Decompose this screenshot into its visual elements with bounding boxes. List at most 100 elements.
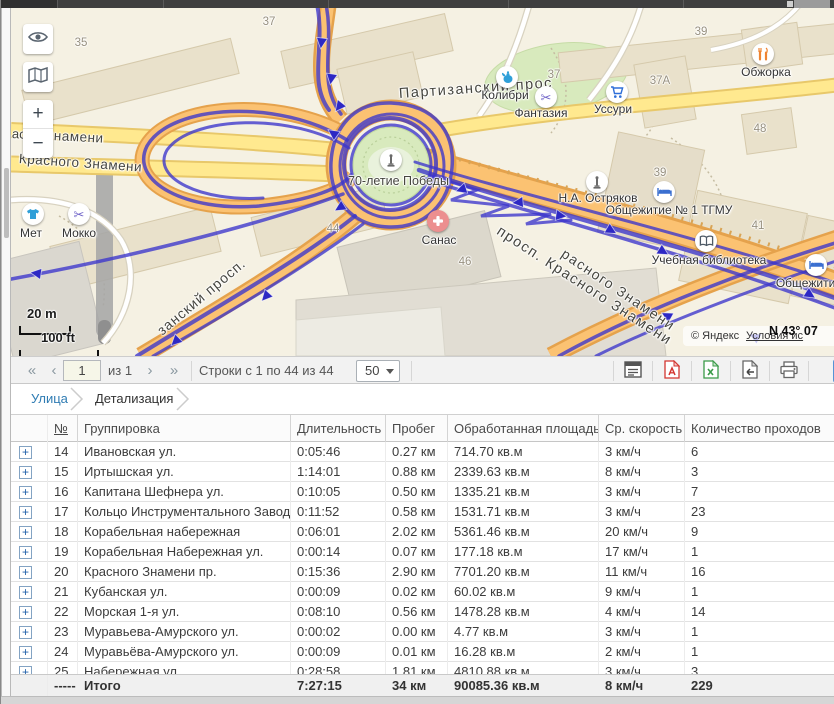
- cell-passes: 1: [685, 622, 834, 642]
- header-duration[interactable]: Длительность: [291, 415, 386, 443]
- house-number: 48: [754, 123, 767, 135]
- cell-duration: 0:11:52: [291, 502, 386, 522]
- table-row[interactable]: +15Иртышская ул.1:14:010.88 км2339.63 кв…: [11, 462, 834, 482]
- table-header: № Группировка Длительность Пробег Обрабо…: [11, 414, 834, 442]
- monument-icon[interactable]: [586, 171, 608, 193]
- medical-cross-icon[interactable]: [427, 210, 449, 232]
- total-area: 90085.36 кв.м: [448, 675, 599, 697]
- table-row[interactable]: +20Красного Знамени пр.0:15:362.90 км770…: [11, 562, 834, 582]
- header-num[interactable]: №: [48, 415, 78, 443]
- table-row[interactable]: +23Муравьева-Амурского ул.0:00:020.00 км…: [11, 622, 834, 642]
- expand-row-button[interactable]: +: [19, 646, 32, 659]
- bed-icon[interactable]: [653, 181, 675, 203]
- export-buttons: [11, 357, 834, 385]
- table-body: +14Ивановская ул.0:05:460.27 км714.70 кв…: [11, 442, 834, 674]
- cell-area: 7701.20 кв.м: [448, 562, 599, 582]
- poi-label: Уссури: [594, 102, 632, 116]
- map-icon: [28, 67, 48, 88]
- cell-duration: 0:08:10: [291, 602, 386, 622]
- eye-icon: [28, 30, 48, 49]
- scrollbar-thumb[interactable]: [4, 168, 9, 238]
- expand-row-button[interactable]: +: [19, 526, 32, 539]
- expand-row-button[interactable]: +: [19, 606, 32, 619]
- report-button[interactable]: [621, 361, 645, 381]
- tab-street[interactable]: Улица: [31, 391, 68, 406]
- header-passes[interactable]: Количество проходов: [685, 415, 834, 443]
- cell-distance: 1.81 км: [386, 662, 448, 674]
- expand-row-button[interactable]: +: [19, 466, 32, 479]
- table-row[interactable]: +24Муравьёва-Амурского ул.0:00:090.01 км…: [11, 642, 834, 662]
- header-area[interactable]: Обработанная площадь: [448, 415, 599, 443]
- cell-speed: 17 км/ч: [599, 542, 685, 562]
- table-row[interactable]: +16Капитана Шефнера ул.0:10:050.50 км133…: [11, 482, 834, 502]
- cell-speed: 3 км/ч: [599, 622, 685, 642]
- report-toolbar: « ‹ 1 из 1 › » Строки с 1 по 44 из 44 50…: [11, 356, 834, 384]
- cell-num: 25: [48, 662, 78, 674]
- print-button[interactable]: [777, 361, 801, 381]
- expand-row-button[interactable]: +: [19, 506, 32, 519]
- expand-row-button[interactable]: +: [19, 546, 32, 559]
- expand-row-button[interactable]: +: [19, 566, 32, 579]
- cell-group: Кольцо Инструментального Завода: [78, 502, 291, 522]
- scissors-icon[interactable]: ✂: [535, 86, 557, 108]
- panorama-button[interactable]: [23, 62, 53, 92]
- table-row[interactable]: +18Корабельная набережная0:06:012.02 км5…: [11, 522, 834, 542]
- table-row[interactable]: +17Кольцо Инструментального Завода0:11:5…: [11, 502, 834, 522]
- house-number: 39: [695, 26, 708, 38]
- cell-area: 1335.21 кв.м: [448, 482, 599, 502]
- left-scrollbar[interactable]: [1, 8, 11, 704]
- expand-row-button[interactable]: +: [19, 486, 32, 499]
- table-row[interactable]: +14Ивановская ул.0:05:460.27 км714.70 кв…: [11, 442, 834, 462]
- cell-duration: 0:15:36: [291, 562, 386, 582]
- tab-detail[interactable]: Детализация: [95, 391, 173, 406]
- cell-speed: 8 км/ч: [599, 462, 685, 482]
- cell-group: Муравьева-Амурского ул.: [78, 622, 291, 642]
- cell-passes: 9: [685, 522, 834, 542]
- header-group[interactable]: Группировка: [78, 415, 291, 443]
- table-total-row: ----- Итого 7:27:15 34 км 90085.36 кв.м …: [11, 674, 834, 696]
- window-top-strip: [1, 0, 834, 8]
- cell-num: 20: [48, 562, 78, 582]
- cell-area: 16.28 кв.м: [448, 642, 599, 662]
- tshirt-icon[interactable]: [22, 203, 44, 225]
- coordinates-label: N 43° 07: [769, 324, 818, 338]
- cart-icon[interactable]: [606, 81, 628, 103]
- cell-speed: 9 км/ч: [599, 582, 685, 602]
- expand-row-button[interactable]: +: [19, 626, 32, 639]
- poi-label: Общежитие №: [776, 276, 834, 290]
- teapot-icon[interactable]: [496, 66, 518, 88]
- bed-icon[interactable]: [805, 254, 827, 276]
- expand-row-button[interactable]: +: [19, 446, 32, 459]
- cell-passes: 1: [685, 542, 834, 562]
- map-panel[interactable]: асо ЗнамениКрасного ЗнамениПартизанский …: [11, 8, 834, 356]
- book-icon[interactable]: [695, 230, 717, 252]
- cell-duration: 0:05:46: [291, 442, 386, 462]
- zoom-in-button[interactable]: +: [23, 100, 53, 129]
- header-distance[interactable]: Пробег: [386, 415, 448, 443]
- cell-distance: 2.90 км: [386, 562, 448, 582]
- table-row[interactable]: +19Корабельная Набережная ул.0:00:140.07…: [11, 542, 834, 562]
- breadcrumb-chevron-icon: [175, 386, 191, 417]
- expand-row-button[interactable]: +: [19, 666, 32, 675]
- cell-num: 22: [48, 602, 78, 622]
- restaurant-icon[interactable]: [752, 43, 774, 65]
- excel-export-button[interactable]: [699, 361, 723, 381]
- cell-distance: 0.27 км: [386, 442, 448, 462]
- cell-passes: 16: [685, 562, 834, 582]
- cell-distance: 2.02 км: [386, 522, 448, 542]
- table-row[interactable]: +25Набережная ул.0:28:581.81 км4810.88 к…: [11, 662, 834, 674]
- monument-icon[interactable]: [380, 149, 402, 171]
- header-speed[interactable]: Ср. скорость: [599, 415, 685, 443]
- scissors-icon[interactable]: ✂: [68, 203, 90, 225]
- table-row[interactable]: +21Кубанская ул.0:00:090.02 км60.02 кв.м…: [11, 582, 834, 602]
- cell-speed: 11 км/ч: [599, 562, 685, 582]
- expand-row-button[interactable]: +: [19, 586, 32, 599]
- table-row[interactable]: +22Морская 1-я ул.0:08:100.56 км1478.28 …: [11, 602, 834, 622]
- cell-num: 18: [48, 522, 78, 542]
- pdf-export-button[interactable]: [660, 361, 684, 381]
- zoom-out-button[interactable]: −: [23, 129, 53, 158]
- visibility-button[interactable]: [23, 24, 53, 54]
- cell-passes: 3: [685, 662, 834, 674]
- cell-num: 17: [48, 502, 78, 522]
- export-file-button[interactable]: [738, 361, 762, 381]
